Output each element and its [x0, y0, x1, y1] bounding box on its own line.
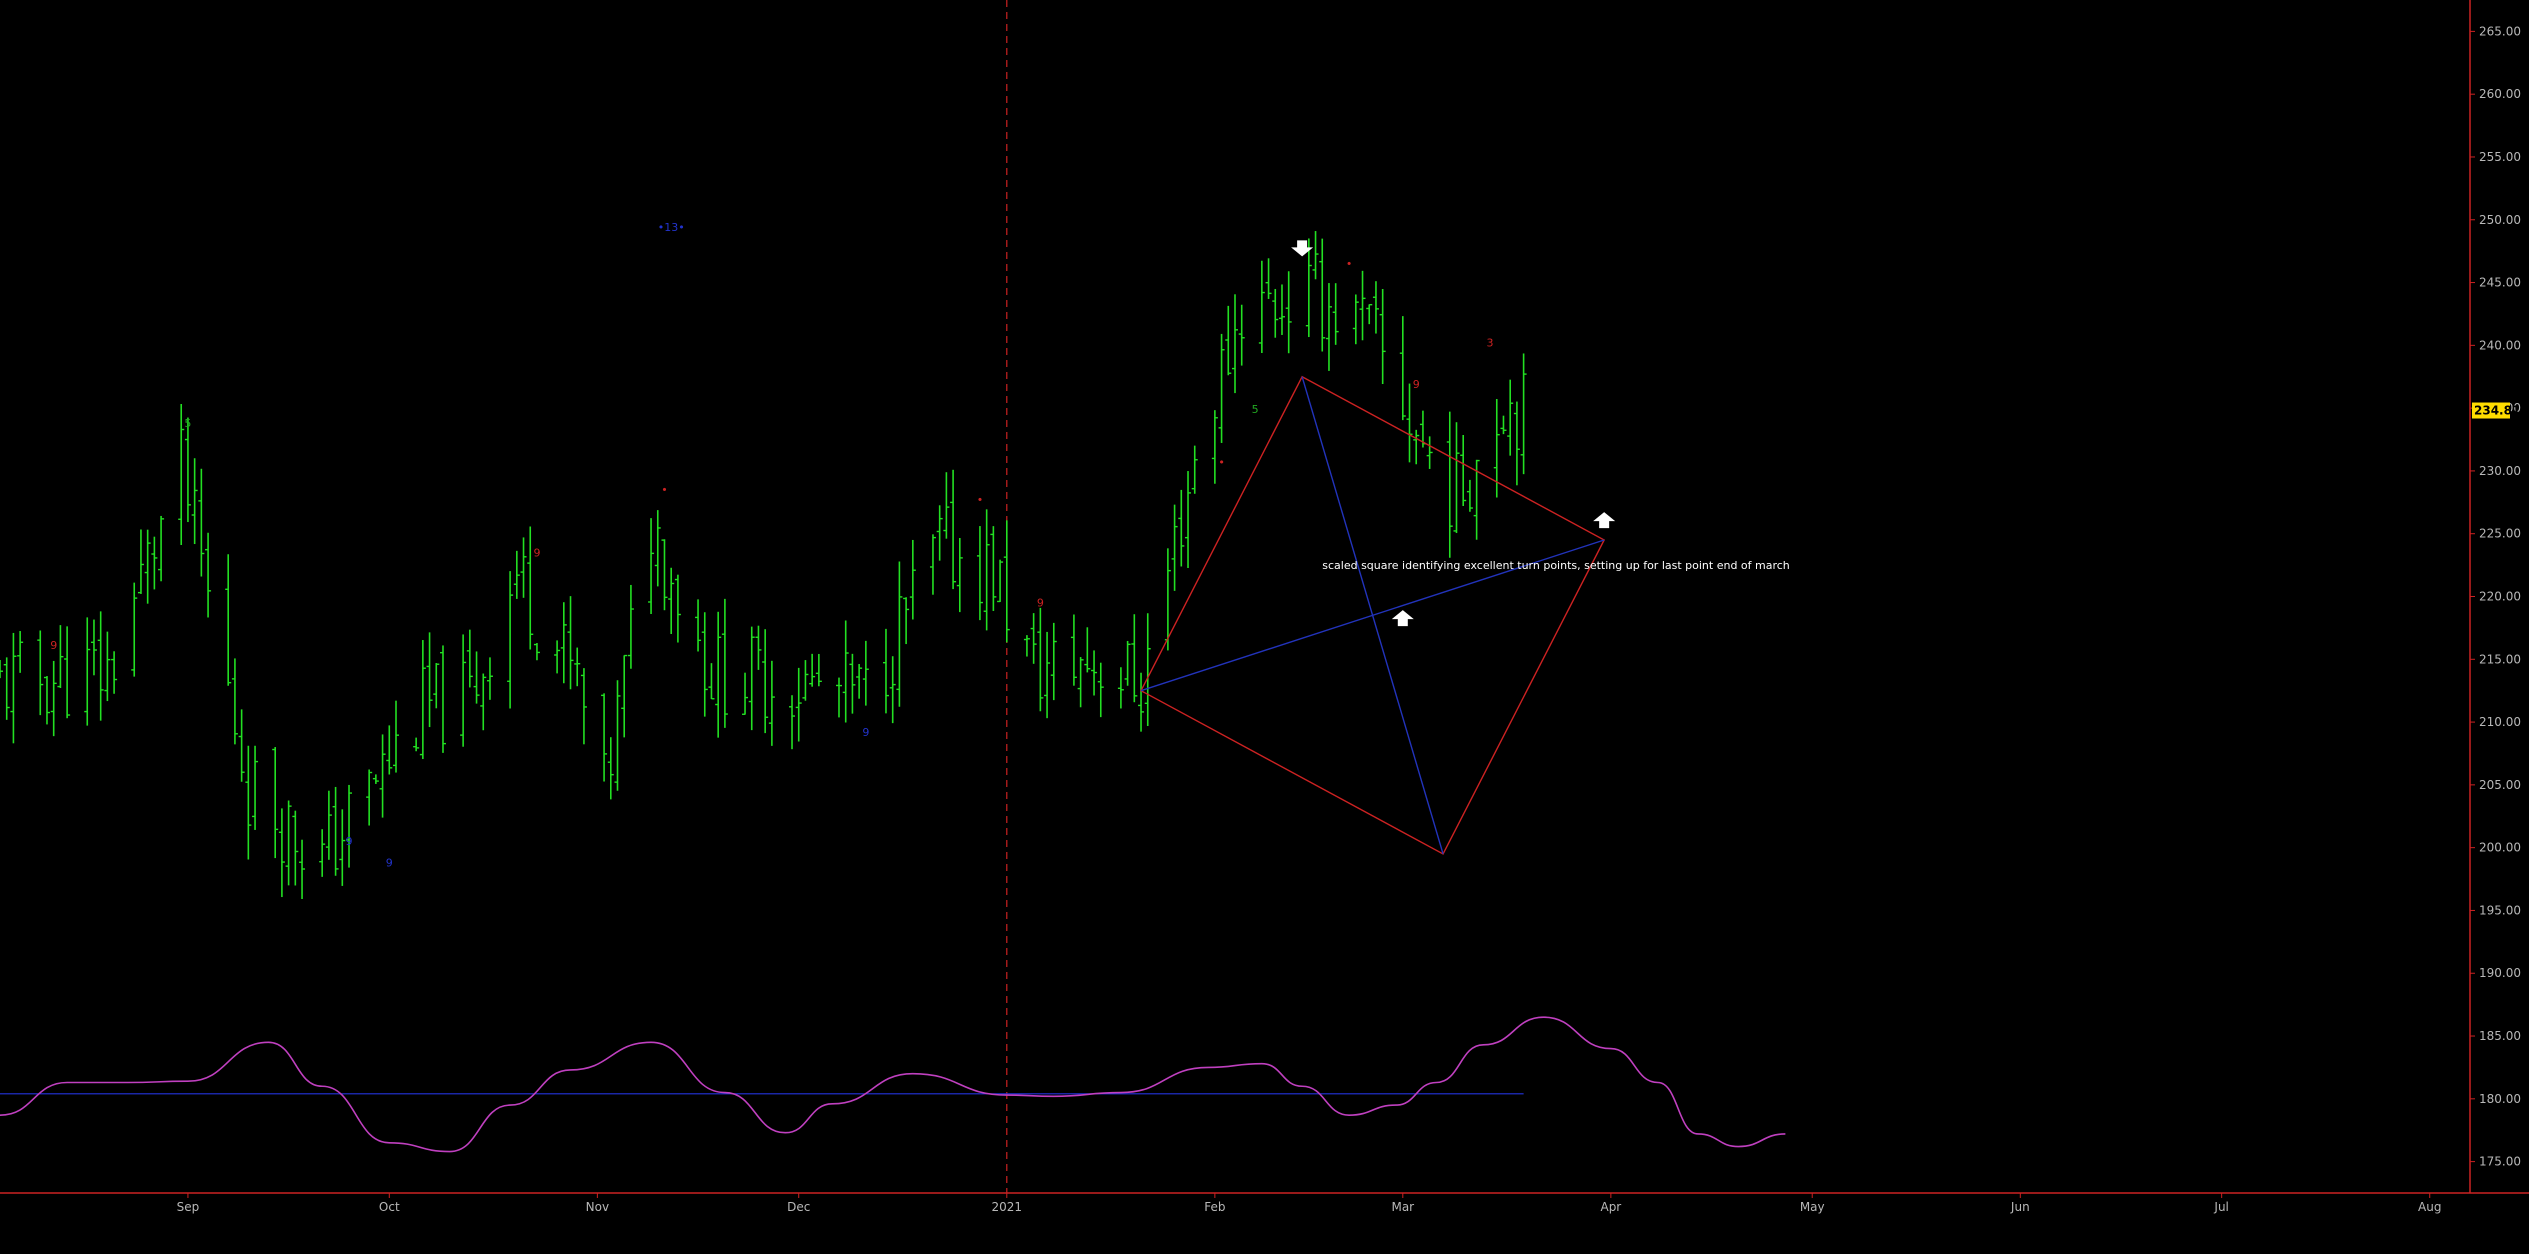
signal-label: 9	[386, 856, 393, 869]
chart-background	[0, 0, 2529, 1254]
signal-label: 9	[1037, 597, 1044, 610]
y-tick-label: 210.00	[2479, 715, 2521, 729]
last-price-label: 234.81	[2474, 404, 2520, 418]
signal-label: •	[977, 494, 984, 507]
y-tick-label: 260.00	[2479, 87, 2521, 101]
x-tick-label: Apr	[1600, 1200, 1621, 1214]
chart-annotation: scaled square identifying excellent turn…	[1322, 559, 1790, 572]
y-tick-label: 185.00	[2479, 1029, 2521, 1043]
signal-label: 5	[184, 417, 191, 430]
x-tick-label: Jul	[2213, 1200, 2228, 1214]
y-tick-label: 190.00	[2479, 966, 2521, 980]
x-tick-label: 2021	[992, 1200, 1023, 1214]
x-tick-label: Feb	[1204, 1200, 1225, 1214]
x-tick-label: Jun	[2010, 1200, 2030, 1214]
last-price-tag: 234.81	[2472, 402, 2520, 419]
y-tick-label: 225.00	[2479, 527, 2521, 541]
y-tick-label: 250.00	[2479, 213, 2521, 227]
y-tick-label: 215.00	[2479, 652, 2521, 666]
x-tick-label: May	[1800, 1200, 1825, 1214]
signal-label: 9	[533, 546, 540, 559]
x-tick-label: Oct	[379, 1200, 400, 1214]
x-tick-label: Mar	[1391, 1200, 1414, 1214]
x-tick-label: Nov	[586, 1200, 609, 1214]
y-tick-label: 180.00	[2479, 1092, 2521, 1106]
x-tick-label: Sep	[177, 1200, 200, 1214]
signal-label: •13•	[658, 221, 685, 234]
signal-label: 9	[1413, 378, 1420, 391]
signal-label: 9	[50, 639, 57, 652]
y-tick-label: 200.00	[2479, 841, 2521, 855]
y-tick-label: 205.00	[2479, 778, 2521, 792]
signal-label: 9	[346, 835, 353, 848]
y-tick-label: 175.00	[2479, 1155, 2521, 1169]
y-tick-label: 240.00	[2479, 338, 2521, 352]
stock-chart[interactable]: 9 5 9 9 9 • •13• 9 • 9 • 5 • 9 3 scaled square identif…	[0, 0, 2529, 1254]
signal-label: •	[1218, 456, 1225, 469]
y-tick-label: 245.00	[2479, 276, 2521, 290]
signal-label: •	[1346, 257, 1353, 270]
x-tick-label: Dec	[787, 1200, 810, 1214]
y-tick-label: 220.00	[2479, 590, 2521, 604]
signal-label: 3	[1487, 337, 1494, 350]
y-tick-label: 255.00	[2479, 150, 2521, 164]
y-tick-label: 195.00	[2479, 903, 2521, 917]
signal-label: 5	[1252, 403, 1259, 416]
x-tick-label: Aug	[2418, 1200, 2441, 1214]
y-tick-label: 230.00	[2479, 464, 2521, 478]
signal-label: •	[661, 484, 668, 497]
y-tick-label: 265.00	[2479, 24, 2521, 38]
signal-label: 9	[862, 726, 869, 739]
